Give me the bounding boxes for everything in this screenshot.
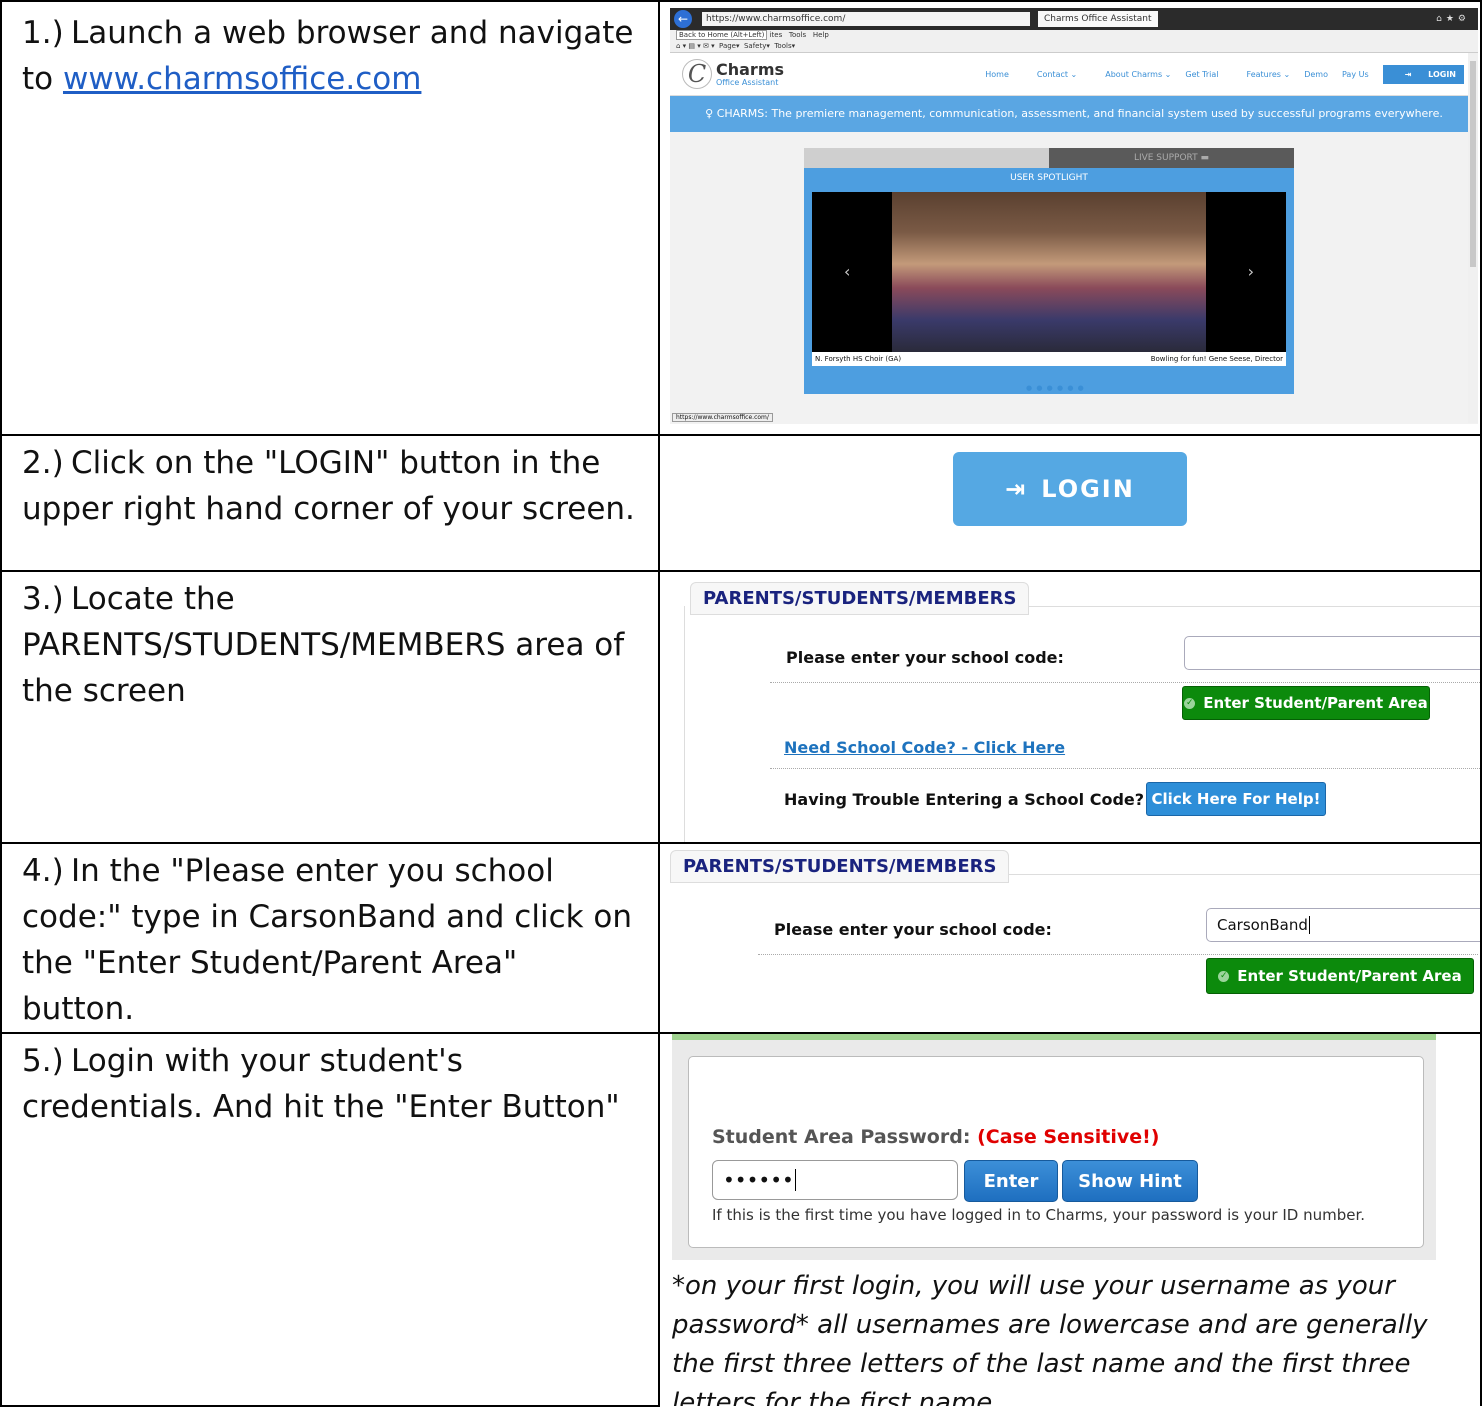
step-1-image-cell: ← https://www.charmsoffice.com/ Charms O…: [658, 0, 1482, 436]
toolbar-item[interactable]: Safety: [744, 42, 766, 50]
scrollbar[interactable]: [1468, 53, 1478, 423]
step-3-image-cell: PARENTS/STUDENTS/MEMBERS Please enter yo…: [658, 570, 1482, 844]
tab-live-support[interactable]: LIVE SUPPORT ▬: [1049, 148, 1294, 168]
nav-features[interactable]: Features ⌄: [1233, 70, 1291, 79]
enter-button[interactable]: Enter: [964, 1160, 1058, 1202]
spotlight-tabs: LIVE SUPPORT ▬: [804, 148, 1294, 168]
step-3-text-cell: 3.) Locate the PARENTS/STUDENTS/MEMBERS a…: [0, 570, 660, 844]
logo-title: Charms: [716, 59, 785, 79]
browser-titlebar: ← https://www.charmsoffice.com/ Charms O…: [670, 8, 1478, 30]
back-tooltip: Back to Home (Alt+Left): [676, 30, 768, 40]
password-input[interactable]: ••••••: [712, 1160, 958, 1200]
user-spotlight: USER SPOTLIGHT ‹ › N. Forsyth HS Choir (…: [804, 168, 1294, 394]
site-banner: ♀ CHARMS: The premiere management, commu…: [670, 96, 1478, 132]
charms-logo[interactable]: C Charms Office Assistant: [682, 59, 784, 89]
site-nav-links: Home Contact ⌄ About Charms ⌄ Get Trial …: [971, 64, 1478, 84]
slide-dots[interactable]: ● ● ● ● ● ●: [1026, 384, 1085, 392]
nav-contact[interactable]: Contact ⌄: [1023, 70, 1077, 79]
show-hint-button[interactable]: Show Hint: [1062, 1160, 1198, 1202]
step-4-image-cell: PARENTS/STUDENTS/MEMBERS Please enter yo…: [658, 842, 1482, 1034]
login-icon: ⇥: [1404, 69, 1412, 79]
caption-right: Bowling for fun! Gene Seese, Director: [1150, 355, 1283, 363]
nav-get-trial[interactable]: Get Trial: [1185, 70, 1218, 79]
charms-logo-icon: C: [682, 59, 712, 89]
toolbar-item[interactable]: Tools: [774, 42, 791, 50]
step-2-text-cell: 2.) Click on the "LOGIN" button in the up…: [0, 434, 660, 572]
password-panel: Student Area Password: (Case Sensitive!)…: [672, 1040, 1436, 1260]
enter-student-parent-area-button[interactable]: ✓ Enter Student/Parent Area: [1182, 686, 1430, 720]
site-main: LIVE SUPPORT ▬ USER SPOTLIGHT ‹ › N. For…: [670, 132, 1478, 424]
need-school-code-link[interactable]: Need School Code? - Click Here: [784, 738, 1065, 757]
step-number: 3.): [22, 581, 64, 617]
step-3-text: Locate the PARENTS/STUDENTS/MEMBERS area…: [22, 581, 625, 709]
school-code-label: Please enter your school code:: [774, 920, 1052, 939]
step-5-text-cell: 5.) Login with your student's credentials…: [0, 1032, 660, 1407]
menu-item[interactable]: ites: [770, 31, 783, 39]
school-code-input[interactable]: CarsonBand: [1206, 908, 1479, 942]
login-icon: ⇥: [1005, 475, 1028, 503]
site-navbar: C Charms Office Assistant Home Contact ⌄…: [670, 53, 1478, 96]
step-5-image-cell: Student Area Password: (Case Sensitive!)…: [658, 1032, 1482, 1406]
step-5-text: Login with your student's credentials. A…: [22, 1043, 620, 1125]
password-label: Student Area Password: (Case Sensitive!): [712, 1126, 1160, 1148]
caption-left: N. Forsyth HS Choir (GA): [815, 355, 902, 363]
chat-icon: ▬: [1200, 153, 1210, 163]
nav-about[interactable]: About Charms ⌄: [1091, 70, 1171, 79]
browser-screenshot: ← https://www.charmsoffice.com/ Charms O…: [670, 8, 1478, 430]
menu-item[interactable]: Help: [813, 31, 829, 39]
step-number: 4.): [22, 853, 64, 889]
spotlight-caption: N. Forsyth HS Choir (GA) Bowling for fun…: [812, 352, 1286, 366]
step-number: 2.): [22, 445, 64, 481]
step-4-text-cell: 4.) In the "Please enter you school code:…: [0, 842, 660, 1034]
login-button[interactable]: ⇥ LOGIN: [953, 452, 1187, 526]
address-bar[interactable]: https://www.charmsoffice.com/: [702, 12, 1030, 26]
site-login-button[interactable]: ⇥ LOGIN: [1382, 64, 1464, 84]
check-icon: ✓: [1218, 970, 1230, 982]
lightbulb-icon: ♀: [705, 107, 714, 120]
school-code-label: Please enter your school code:: [786, 648, 1064, 667]
check-icon: ✓: [1184, 697, 1196, 709]
step-2-image-cell: ⇥ LOGIN: [658, 434, 1482, 572]
panel-title: PARENTS/STUDENTS/MEMBERS: [690, 582, 1030, 615]
chevron-left-icon[interactable]: ‹: [844, 262, 850, 281]
panel-title: PARENTS/STUDENTS/MEMBERS: [670, 850, 1010, 883]
menu-item[interactable]: Tools: [789, 31, 806, 39]
password-instructions: *on your first login, you will use your …: [672, 1271, 1428, 1406]
nav-home[interactable]: Home: [985, 70, 1009, 79]
spotlight-title: USER SPOTLIGHT: [1010, 173, 1088, 183]
status-bar-url: https://www.charmsoffice.com/: [672, 413, 773, 422]
nav-demo[interactable]: Demo: [1304, 70, 1328, 79]
browser-menubar: Back to Home (Alt+Left) ites Tools Help: [670, 30, 1478, 40]
step-number: 1.): [22, 15, 64, 51]
charmsoffice-link[interactable]: www.charmsoffice.com: [63, 61, 421, 97]
click-here-for-help-button[interactable]: Click Here For Help!: [1146, 782, 1326, 816]
chevron-right-icon[interactable]: ›: [1248, 262, 1254, 281]
step-1-text-cell: 1.) Launch a web browser and navigate to …: [0, 0, 660, 436]
nav-pay-us[interactable]: Pay Us: [1342, 70, 1369, 79]
group-photo: [892, 192, 1206, 352]
step-2-text: Click on the "LOGIN" button in the upper…: [22, 445, 635, 527]
logo-subtitle: Office Assistant: [716, 77, 779, 87]
school-code-input[interactable]: [1184, 636, 1479, 670]
browser-toolbar: ⌂ ▾ ▤ ▾ ✉ ▾ Page▾ Safety▾ Tools▾: [670, 40, 1478, 53]
browser-tab[interactable]: Charms Office Assistant: [1038, 11, 1158, 27]
toolbar-item[interactable]: Page: [719, 42, 736, 50]
back-arrow-icon[interactable]: ←: [674, 10, 692, 28]
instructions-table: 1.) Launch a web browser and navigate to …: [0, 0, 1482, 1407]
home-icon[interactable]: ⌂ ▾ ▤ ▾ ✉ ▾: [676, 42, 715, 50]
first-login-note: If this is the first time you have logge…: [712, 1206, 1365, 1224]
website-viewport: C Charms Office Assistant Home Contact ⌄…: [670, 53, 1478, 424]
step-4-text: In the "Please enter you school code:" t…: [22, 853, 633, 1027]
tab-blank[interactable]: [804, 148, 1049, 168]
scrollbar-thumb[interactable]: [1470, 61, 1476, 267]
spotlight-slideshow: ‹ ›: [812, 192, 1286, 352]
trouble-label: Having Trouble Entering a School Code?: [784, 790, 1145, 809]
enter-student-parent-area-button[interactable]: ✓ Enter Student/Parent Area: [1206, 958, 1474, 994]
step-number: 5.): [22, 1043, 64, 1079]
window-controls-icon[interactable]: ⌂★⚙: [1436, 14, 1478, 24]
case-sensitive-note: (Case Sensitive!): [977, 1126, 1160, 1148]
